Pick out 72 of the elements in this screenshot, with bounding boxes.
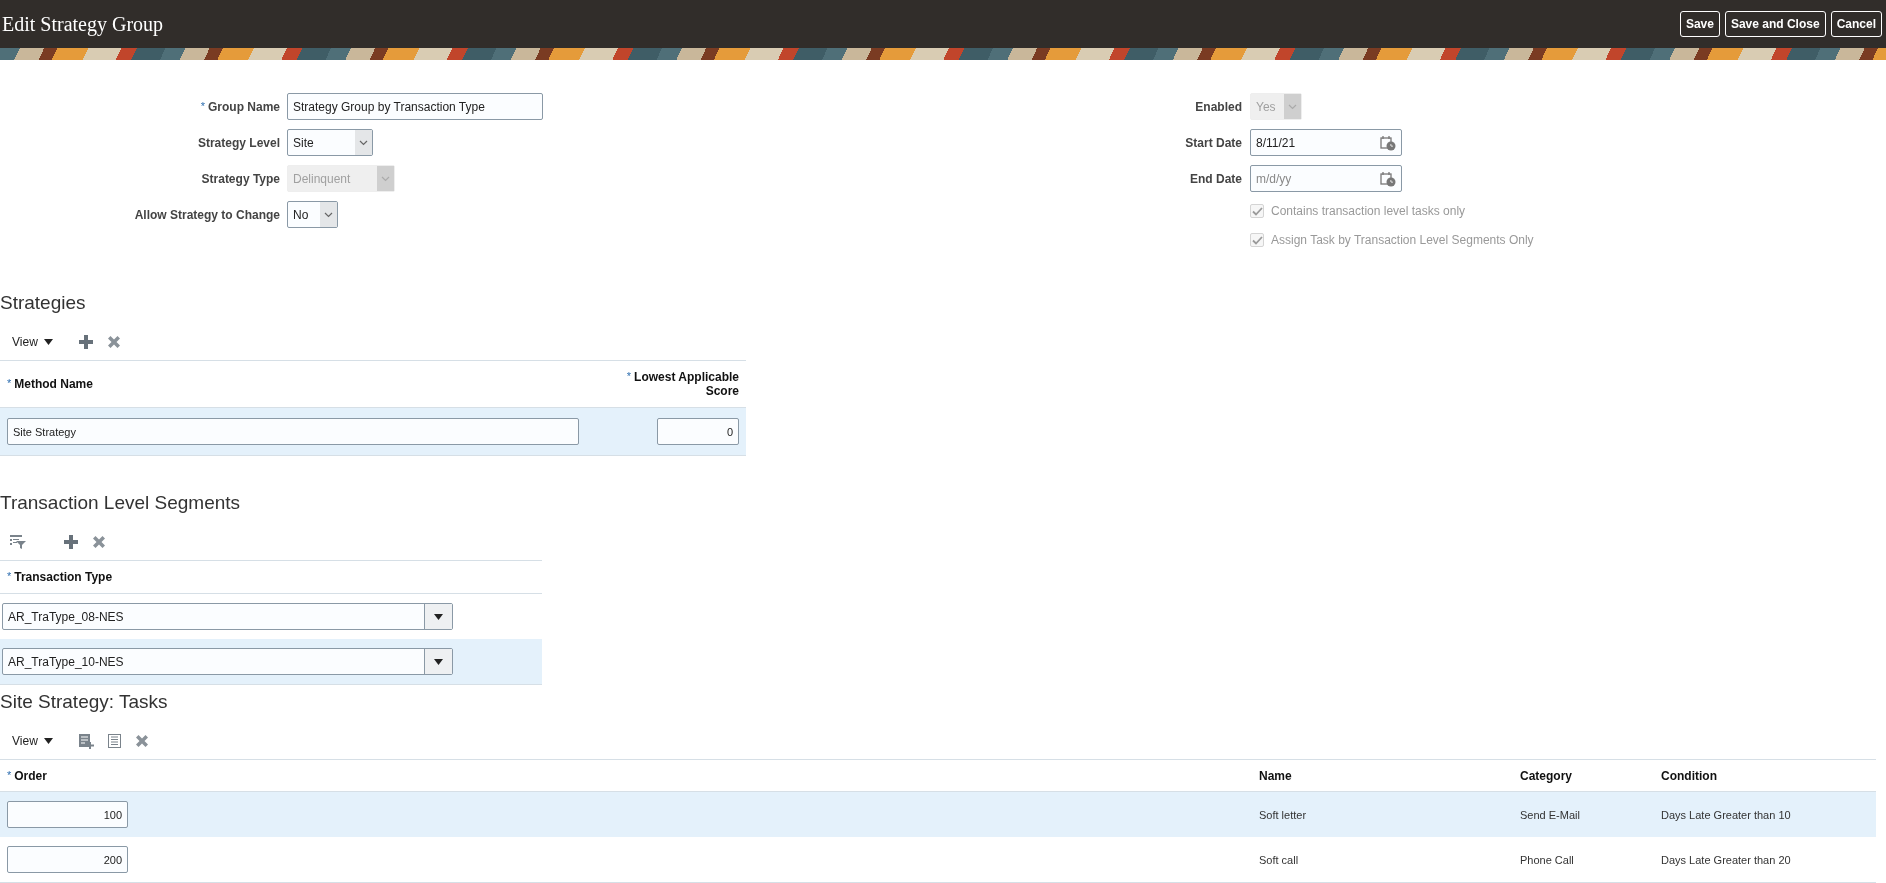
chevron-down-icon [320, 202, 337, 227]
add-row-icon[interactable] [78, 733, 94, 749]
table-row[interactable]: 100 Soft letter Send E-Mail Days Late Greater than 10 [0, 792, 1876, 837]
table-row[interactable]: AR_TraType_10-NES [0, 639, 542, 684]
text-field[interactable]: Strategy Group by Transaction Type [287, 93, 543, 120]
column-header: Transaction Type [14, 570, 113, 584]
dropdown-field[interactable]: No [287, 201, 338, 228]
column-header: Lowest Applicable Score [634, 370, 739, 398]
column-header: Order [14, 768, 47, 783]
calendar-icon[interactable] [1380, 170, 1396, 187]
required-marker: * [7, 377, 12, 389]
number-field[interactable]: 200 [7, 846, 128, 873]
number-field[interactable]: 100 [7, 801, 128, 828]
caret-icon [43, 339, 53, 345]
header-button[interactable]: Save [1679, 11, 1720, 37]
caret-icon [434, 658, 443, 665]
text-field[interactable]: Site Strategy [7, 418, 579, 445]
header-button[interactable]: Cancel [1830, 11, 1882, 37]
date-input[interactable]: m/d/yy [1256, 171, 1356, 186]
required-marker: * [626, 370, 632, 382]
document-icon[interactable] [107, 734, 121, 748]
chevron-down-icon [377, 166, 394, 191]
table-cell: Soft letter [1259, 808, 1307, 821]
column-header: Method Name [14, 377, 93, 391]
date-input[interactable]: 8/11/21 [1256, 135, 1356, 150]
calendar-icon[interactable] [1380, 134, 1396, 151]
table-row[interactable]: AR_TraType_08-NES [0, 594, 542, 639]
plus-icon[interactable] [64, 535, 78, 549]
chevron-down-icon [355, 130, 372, 155]
plus-icon[interactable] [78, 335, 93, 349]
table-cell: Phone Call [1520, 853, 1574, 866]
column-header: Name [1259, 768, 1292, 783]
section-title: Transaction Level Segments [0, 491, 242, 515]
number-field[interactable]: 0 [657, 418, 739, 445]
close-icon[interactable] [106, 335, 121, 349]
column-header: Category [1520, 768, 1572, 783]
table-cell: Send E-Mail [1520, 808, 1580, 821]
checkbox-label: Contains transaction level tasks only [1271, 204, 1466, 218]
table-cell: Soft call [1259, 853, 1299, 866]
field-label: Strategy Type [201, 171, 280, 186]
caret-icon [43, 738, 53, 744]
filter-icon[interactable] [10, 535, 26, 549]
required-marker: * [200, 99, 205, 112]
table-row[interactable]: 200 Soft call Phone Call Days Late Greater than 20 [0, 837, 1876, 882]
close-icon[interactable] [92, 535, 106, 549]
field-label: End Date [1190, 171, 1242, 186]
table-row[interactable]: Site Strategy 0 [0, 408, 746, 455]
table-cell: Days Late Greater than 20 [1661, 853, 1791, 866]
page-title: Edit Strategy Group [2, 12, 164, 36]
close-icon[interactable] [134, 734, 149, 748]
checkbox-label: Assign Task by Transaction Level Segments Only [1271, 233, 1534, 247]
view-menu[interactable]: View [12, 734, 53, 748]
field-label: Group Name [208, 99, 280, 114]
combo-box[interactable]: AR_TraType_10-NES [2, 648, 453, 675]
caret-icon [434, 613, 443, 620]
required-marker: * [7, 570, 12, 582]
view-menu[interactable]: View [12, 335, 53, 349]
section-title: Strategies [0, 291, 87, 315]
required-marker: * [7, 768, 12, 781]
combo-box[interactable]: AR_TraType_08-NES [2, 603, 453, 630]
field-label: Enabled [1195, 99, 1242, 114]
dropdown-field[interactable]: Site [287, 129, 373, 156]
header-button[interactable]: Save and Close [1724, 11, 1826, 37]
table-cell: Days Late Greater than 10 [1661, 808, 1791, 821]
date-field[interactable]: 8/11/21 [1250, 129, 1402, 156]
date-field[interactable]: m/d/yy [1250, 165, 1402, 192]
section-title: Site Strategy: Tasks [0, 690, 169, 714]
field-label: Allow Strategy to Change [134, 207, 280, 222]
column-header: Condition [1661, 768, 1717, 783]
chevron-down-icon [1284, 94, 1301, 119]
field-label: Start Date [1185, 135, 1242, 150]
field-label: Strategy Level [197, 135, 280, 150]
